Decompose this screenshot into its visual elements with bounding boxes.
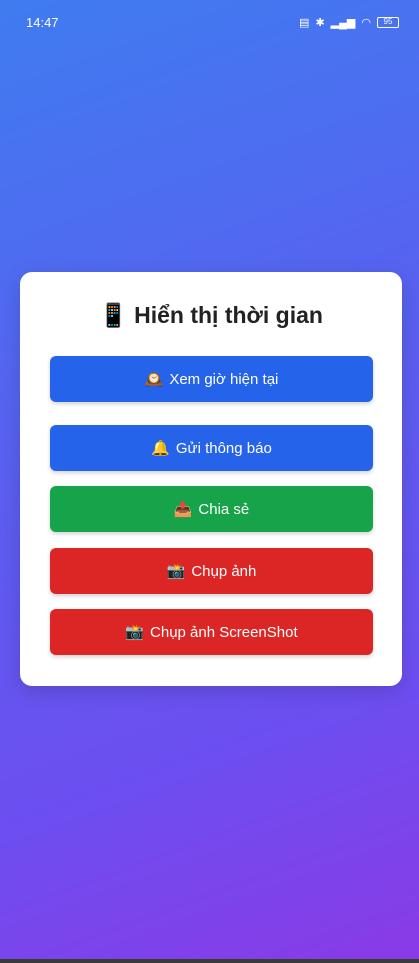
page-title-text: Hiển thị thời gian	[134, 302, 323, 328]
bluetooth-icon: ✱	[315, 16, 325, 29]
wifi-icon: ◠	[361, 16, 371, 29]
outbox-icon: 📤	[173, 501, 193, 518]
take-photo-label: Chụp ảnh	[191, 562, 257, 580]
clock-icon: 🕰️	[144, 371, 164, 388]
signal-icon: ▂▄▆	[330, 16, 356, 29]
status-time: 14:47	[26, 14, 59, 30]
share-label: Chia sẻ	[198, 500, 250, 518]
view-current-time-label: Xem giờ hiện tại	[169, 370, 279, 388]
status-icons: ▤ ✱ ▂▄▆ ◠ 95	[299, 16, 399, 29]
phone-icon: 📱	[99, 302, 128, 328]
battery-level: 95	[383, 17, 393, 26]
send-notification-button[interactable]: 🔔 Gửi thông báo	[50, 425, 373, 471]
sim-icon: ▤	[299, 16, 310, 29]
navigation-bar	[0, 959, 419, 963]
view-current-time-button[interactable]: 🕰️ Xem giờ hiện tại	[50, 356, 373, 402]
battery-icon: 95	[377, 16, 399, 28]
take-screenshot-label: Chụp ảnh ScreenShot	[150, 623, 298, 641]
camera-icon: 📸	[166, 563, 186, 580]
bell-icon: 🔔	[151, 440, 170, 457]
main-card: 📱 Hiển thị thời gian 🕰️ Xem giờ hiện tại…	[20, 272, 402, 686]
page-title: 📱 Hiển thị thời gian	[20, 302, 402, 329]
take-photo-button[interactable]: 📸 Chụp ảnh	[50, 548, 373, 594]
take-screenshot-button[interactable]: 📸 Chụp ảnh ScreenShot	[50, 609, 373, 655]
status-bar: 14:47 ▤ ✱ ▂▄▆ ◠ 95	[0, 0, 419, 44]
camera-icon: 📸	[125, 624, 145, 641]
share-button[interactable]: 📤 Chia sẻ	[50, 486, 373, 532]
send-notification-label: Gửi thông báo	[175, 439, 272, 457]
